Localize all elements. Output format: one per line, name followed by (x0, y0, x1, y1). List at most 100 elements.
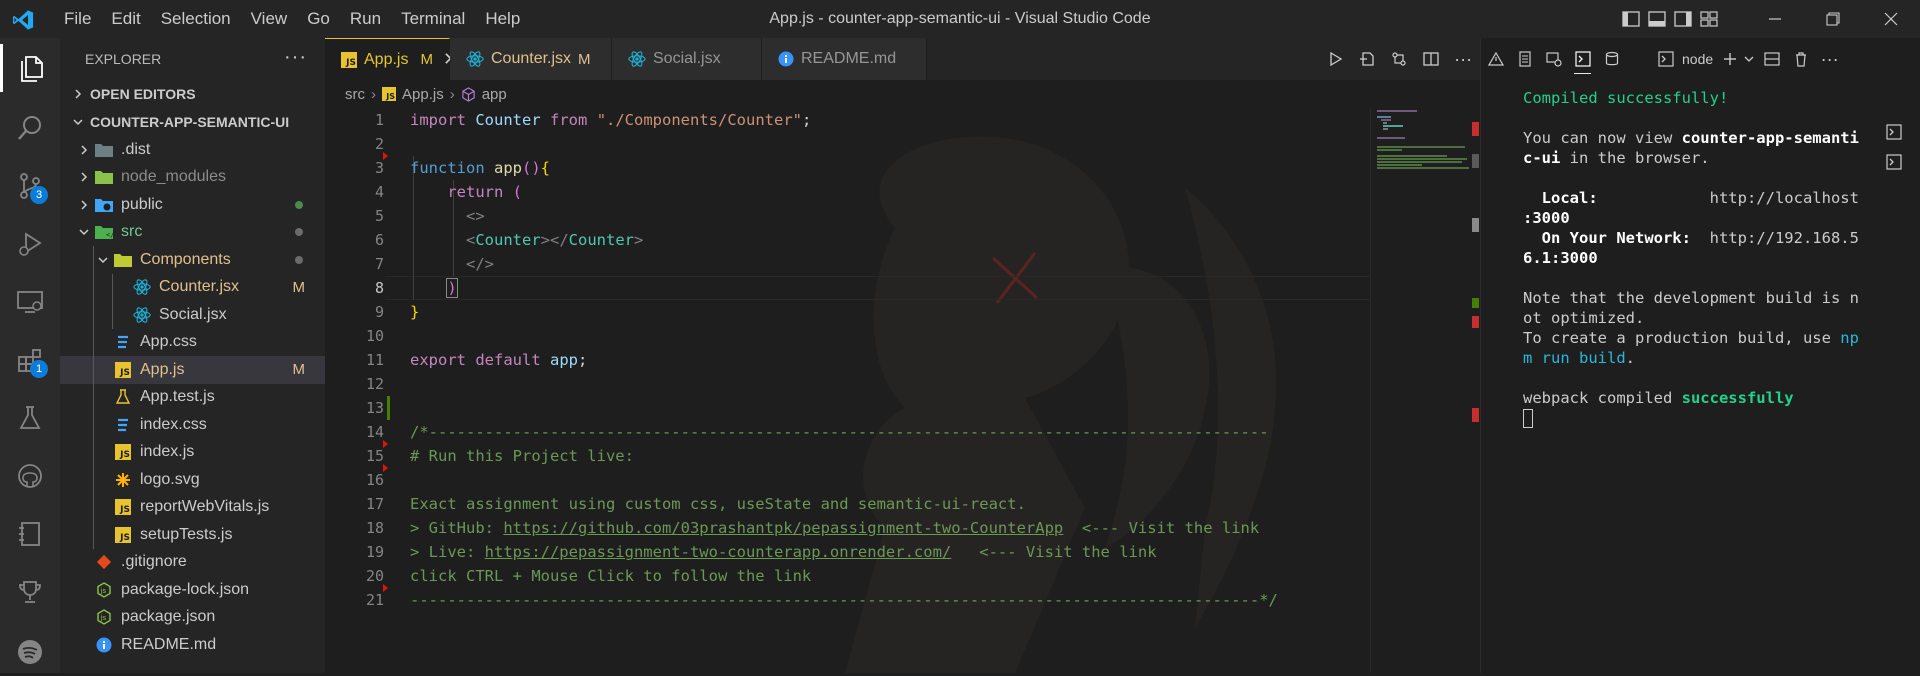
tree-item-app-test-js[interactable]: App.test.js (60, 384, 325, 412)
terminal-profile-label[interactable]: node (1676, 51, 1719, 67)
line-number: 19 (365, 543, 384, 561)
tree-item-app-css[interactable]: App.css (60, 329, 325, 357)
menu-terminal[interactable]: Terminal (391, 0, 475, 38)
toggle-primary-sidebar-icon[interactable] (1618, 0, 1644, 38)
testing-icon[interactable] (0, 394, 60, 442)
problems-icon[interactable] (1481, 38, 1510, 80)
menu-go[interactable]: Go (297, 0, 340, 38)
open-changes-icon[interactable] (1359, 51, 1375, 67)
svg-text:js: js (100, 614, 107, 622)
menu-run[interactable]: Run (340, 0, 391, 38)
tab-social-jsx[interactable]: Social.jsx (612, 38, 762, 80)
toggle-secondary-sidebar-icon[interactable] (1670, 0, 1696, 38)
line-number: 4 (374, 183, 384, 201)
search-icon[interactable] (0, 104, 60, 152)
remote-explorer-icon[interactable] (0, 278, 60, 326)
minimap-line (1377, 167, 1469, 169)
tree-item-label: public (121, 195, 163, 213)
explorer-icon[interactable] (0, 44, 60, 92)
kill-terminal-icon[interactable] (1786, 38, 1815, 80)
github-link[interactable]: https://github.com/03prashantpk/pepassig… (503, 519, 1063, 537)
minimap[interactable] (1370, 108, 1480, 673)
toggle-panel-icon[interactable] (1644, 0, 1670, 38)
test-icon (112, 387, 134, 407)
source-control-icon[interactable]: 3 (0, 162, 60, 210)
breadcrumb-file[interactable]: App.js (402, 86, 444, 103)
tab-label: Counter.jsx (491, 50, 572, 67)
open-editors-section[interactable]: OPEN EDITORS (60, 80, 325, 108)
split-terminal-icon[interactable] (1757, 38, 1786, 80)
tree-item-components[interactable]: Components (60, 246, 325, 274)
react-icon (131, 277, 153, 297)
live-link[interactable]: https://pepassignment-two-counterapp.onr… (485, 543, 952, 561)
tree-item-package-lock-json[interactable]: js package-lock.json (60, 576, 325, 604)
breadcrumb-symbol[interactable]: app (482, 86, 507, 103)
explorer-title: EXPLORER (85, 51, 162, 67)
tree-item-index-css[interactable]: index.css (60, 411, 325, 439)
breadcrumb-folder[interactable]: src (345, 86, 365, 103)
output-icon[interactable] (1510, 38, 1539, 80)
restore-icon[interactable] (1804, 0, 1862, 38)
terminal-instance-icon[interactable] (1886, 154, 1902, 170)
more-actions-icon[interactable]: ··· (284, 46, 307, 69)
tree-item-package-json[interactable]: js package.json (60, 604, 325, 632)
tab-readme-md[interactable]: README.md (762, 38, 927, 80)
split-editor-icon[interactable] (1422, 51, 1439, 67)
tree-item-node-modules[interactable]: node_modules (60, 164, 325, 192)
tree-item-social-jsx[interactable]: Social.jsx (60, 301, 325, 329)
tree-item-setuptests-js[interactable]: JS setupTests.js (60, 521, 325, 549)
status-dot (295, 228, 303, 237)
tab-app-js[interactable]: JS App.js M ✕ (325, 38, 458, 80)
spotify-icon[interactable] (0, 628, 60, 676)
tree-item-src[interactable]: </> src (60, 219, 325, 247)
tree-item-label: .gitignore (121, 553, 187, 571)
tab-counter-jsx[interactable]: Counter.jsx M (450, 38, 612, 80)
tree-item-dist[interactable]: .dist (60, 136, 325, 164)
terminal-instance-icon[interactable] (1886, 124, 1902, 140)
trophy-icon[interactable] (0, 568, 60, 616)
menu-view[interactable]: View (241, 0, 298, 38)
new-terminal-icon[interactable] (1719, 38, 1741, 80)
menu-edit[interactable]: Edit (101, 0, 150, 38)
code-editor[interactable]: 1 2 3 4 5 6 7 8 9 10 11 12 13 14 15 16 17 18 19 20 21 import… (325, 108, 1370, 673)
tree-item-reportwebvitals-js[interactable]: JS reportWebVitals.js (60, 494, 325, 522)
github-icon[interactable] (0, 452, 60, 500)
editor-more-icon[interactable]: ··· (1454, 49, 1472, 70)
tree-item-counter-jsx[interactable]: Counter.jsx M (60, 274, 325, 302)
terminal-output[interactable]: Compiled successfully! You can now view … (1523, 88, 1863, 428)
debug-console-icon[interactable] (1539, 38, 1568, 80)
project-section[interactable]: COUNTER-APP-SEMANTIC-UI (60, 108, 325, 136)
chevron-down-icon[interactable] (1741, 38, 1757, 80)
extensions-icon[interactable]: 1 (0, 336, 60, 384)
database-icon[interactable] (1597, 38, 1626, 80)
terminal-icon[interactable] (1568, 38, 1597, 80)
tree-item-index-js[interactable]: JS index.js (60, 439, 325, 467)
run-and-debug-icon[interactable] (0, 220, 60, 268)
chevron-right-icon (66, 88, 90, 100)
run-icon[interactable] (1328, 51, 1344, 67)
folder-components-icon (112, 250, 134, 270)
compare-icon[interactable] (1391, 51, 1407, 67)
line-number: 21 (365, 591, 384, 609)
customize-layout-icon[interactable] (1696, 0, 1722, 38)
tree-item-app-js[interactable]: JS App.js M (60, 356, 325, 384)
panel-more-icon[interactable]: ··· (1815, 38, 1844, 80)
tree-item-label: App.css (140, 333, 197, 351)
react-icon (131, 305, 153, 325)
tree-item-readme-md[interactable]: README.md (60, 631, 325, 659)
minimize-icon[interactable] (1746, 0, 1804, 38)
menu-help[interactable]: Help (475, 0, 530, 38)
menu-file[interactable]: File (54, 0, 101, 38)
menu-selection[interactable]: Selection (151, 0, 241, 38)
terminal-line: On Your Network: http://192.168.5 (1523, 229, 1859, 247)
tree-item-label: package-lock.json (121, 580, 250, 598)
tree-item-gitignore[interactable]: .gitignore (60, 549, 325, 577)
vscode-logo-icon[interactable] (12, 9, 34, 31)
terminal-panel: node ··· Compiled successfully! You can … (1480, 38, 1920, 673)
tree-indent-guide (112, 273, 113, 329)
tree-item-public[interactable]: public (60, 191, 325, 219)
tree-item-logo-svg[interactable]: logo.svg (60, 466, 325, 494)
notebook-icon[interactable] (0, 510, 60, 558)
close-window-icon[interactable] (1862, 0, 1920, 38)
